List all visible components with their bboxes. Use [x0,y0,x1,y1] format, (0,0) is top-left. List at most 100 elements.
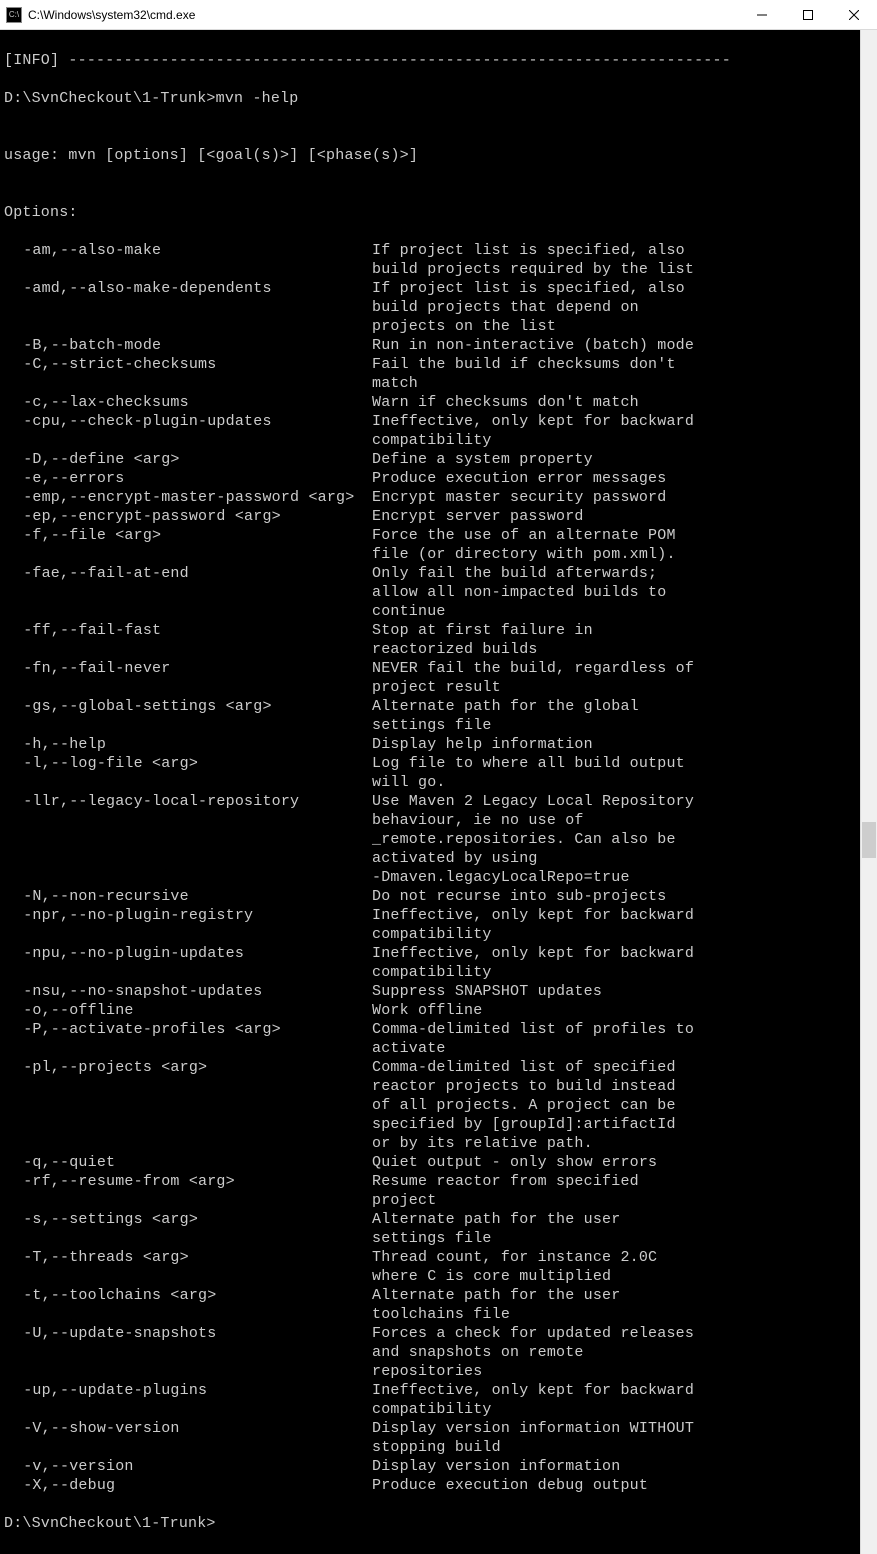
option-row: and snapshots on remote [4,1343,873,1362]
option-desc: Do not recurse into sub-projects [372,887,722,906]
option-desc: Encrypt server password [372,507,722,526]
prompt-line-1: D:\SvnCheckout\1-Trunk>mvn -help [4,89,873,108]
option-flag: -rf,--resume-from <arg> [4,1172,372,1191]
option-row: compatibility [4,925,873,944]
option-row: -rf,--resume-from <arg>Resume reactor fr… [4,1172,873,1191]
option-flag [4,811,372,830]
scrollbar-thumb[interactable] [862,822,876,858]
option-desc: Forces a check for updated releases [372,1324,722,1343]
option-desc: match [372,374,722,393]
option-row: allow all non-impacted builds to [4,583,873,602]
option-flag: -e,--errors [4,469,372,488]
option-flag [4,640,372,659]
option-flag: -ff,--fail-fast [4,621,372,640]
option-row: build projects required by the list [4,260,873,279]
option-desc: allow all non-impacted builds to [372,583,722,602]
vertical-scrollbar[interactable] [860,30,877,1554]
option-flag [4,298,372,317]
option-flag [4,602,372,621]
option-flag [4,431,372,450]
option-desc: Alternate path for the global [372,697,722,716]
option-flag: -nsu,--no-snapshot-updates [4,982,372,1001]
option-desc: Use Maven 2 Legacy Local Repository [372,792,722,811]
option-flag: -pl,--projects <arg> [4,1058,372,1077]
option-row: -pl,--projects <arg>Comma-delimited list… [4,1058,873,1077]
option-flag: -npu,--no-plugin-updates [4,944,372,963]
option-desc: activate [372,1039,722,1058]
option-desc: NEVER fail the build, regardless of [372,659,722,678]
maximize-button[interactable] [785,0,831,29]
option-flag: -l,--log-file <arg> [4,754,372,773]
option-row: -t,--toolchains <arg>Alternate path for … [4,1286,873,1305]
option-desc: Work offline [372,1001,722,1020]
option-row: project [4,1191,873,1210]
option-flag: -T,--threads <arg> [4,1248,372,1267]
option-row: -D,--define <arg>Define a system propert… [4,450,873,469]
option-row: -U,--update-snapshotsForces a check for … [4,1324,873,1343]
option-flag: -npr,--no-plugin-registry [4,906,372,925]
option-flag: -am,--also-make [4,241,372,260]
option-flag [4,1400,372,1419]
option-flag: -U,--update-snapshots [4,1324,372,1343]
option-desc: reactorized builds [372,640,722,659]
prompt-line-2: D:\SvnCheckout\1-Trunk> [4,1514,873,1533]
option-desc: projects on the list [372,317,722,336]
option-flag: -X,--debug [4,1476,372,1495]
option-flag: -h,--help [4,735,372,754]
info-line: [INFO] ---------------------------------… [4,51,873,70]
option-flag: -c,--lax-checksums [4,393,372,412]
option-row: -v,--versionDisplay version information [4,1457,873,1476]
option-flag [4,1362,372,1381]
option-desc: If project list is specified, also [372,241,722,260]
option-flag [4,1115,372,1134]
option-row: -o,--offlineWork offline [4,1001,873,1020]
option-desc: Quiet output - only show errors [372,1153,722,1172]
option-desc: reactor projects to build instead [372,1077,722,1096]
option-desc: compatibility [372,431,722,450]
option-flag [4,963,372,982]
option-row: -e,--errorsProduce execution error messa… [4,469,873,488]
option-desc: will go. [372,773,722,792]
option-flag [4,1191,372,1210]
option-row: file (or directory with pom.xml). [4,545,873,564]
option-flag: -B,--batch-mode [4,336,372,355]
option-flag [4,260,372,279]
close-button[interactable] [831,0,877,29]
option-desc: project [372,1191,722,1210]
option-flag: -fn,--fail-never [4,659,372,678]
option-row: -llr,--legacy-local-repositoryUse Maven … [4,792,873,811]
option-row: -s,--settings <arg>Alternate path for th… [4,1210,873,1229]
option-desc: Log file to where all build output [372,754,722,773]
option-row: -fn,--fail-neverNEVER fail the build, re… [4,659,873,678]
option-row: project result [4,678,873,697]
option-row: compatibility [4,431,873,450]
option-row: behaviour, ie no use of [4,811,873,830]
option-desc: Ineffective, only kept for backward [372,944,722,963]
window-titlebar: C:\ C:\Windows\system32\cmd.exe [0,0,877,30]
option-flag [4,1096,372,1115]
option-flag [4,583,372,602]
option-flag [4,1134,372,1153]
option-row: compatibility [4,1400,873,1419]
option-flag: -q,--quiet [4,1153,372,1172]
option-flag: -cpu,--check-plugin-updates [4,412,372,431]
option-flag: -V,--show-version [4,1419,372,1438]
option-row: or by its relative path. [4,1134,873,1153]
option-desc: Force the use of an alternate POM [372,526,722,545]
minimize-button[interactable] [739,0,785,29]
option-row: specified by [groupId]:artifactId [4,1115,873,1134]
option-desc: Run in non-interactive (batch) mode [372,336,722,355]
option-desc: Display version information WITHOUT [372,1419,722,1438]
option-desc: and snapshots on remote [372,1343,722,1362]
terminal-output[interactable]: [INFO] ---------------------------------… [0,30,877,1554]
option-flag [4,1438,372,1457]
option-desc: Warn if checksums don't match [372,393,722,412]
option-desc: Resume reactor from specified [372,1172,722,1191]
option-desc: toolchains file [372,1305,722,1324]
option-row: repositories [4,1362,873,1381]
option-row: -nsu,--no-snapshot-updatesSuppress SNAPS… [4,982,873,1001]
option-flag: -fae,--fail-at-end [4,564,372,583]
option-row: -ff,--fail-fastStop at first failure in [4,621,873,640]
option-row: -P,--activate-profiles <arg>Comma-delimi… [4,1020,873,1039]
option-flag: -v,--version [4,1457,372,1476]
